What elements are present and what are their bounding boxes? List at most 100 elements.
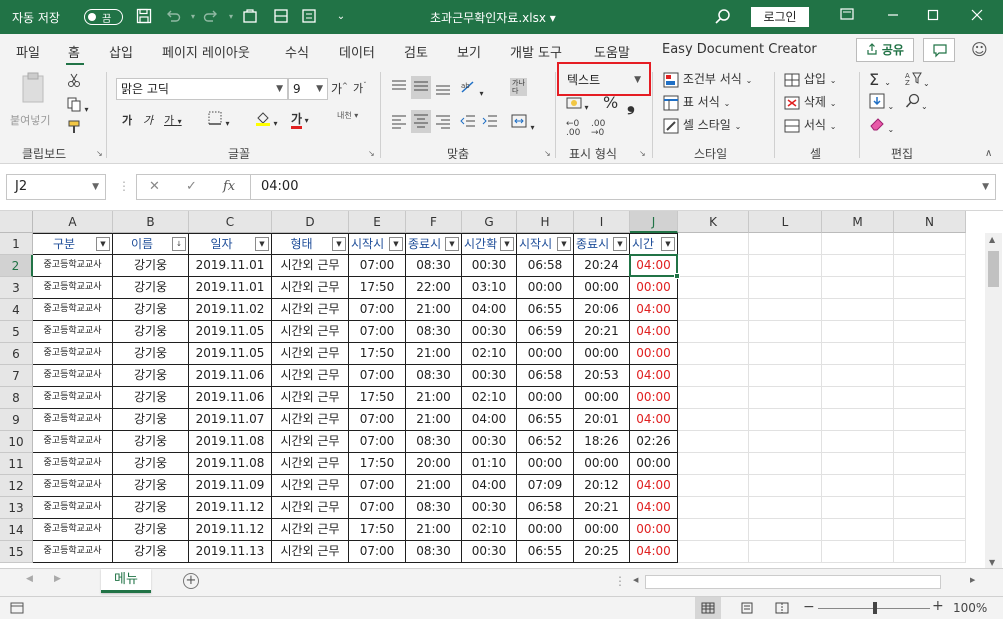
delete-cells-button[interactable]: 삭제 ⌄ xyxy=(784,93,836,111)
empty-cell[interactable] xyxy=(894,255,966,277)
table-cell[interactable]: 2019.11.12 xyxy=(189,519,272,541)
customize-qat-icon[interactable]: ⌄ xyxy=(332,8,350,26)
table-header-cell[interactable]: 종료시 ▼ xyxy=(574,233,630,255)
empty-cell[interactable] xyxy=(822,453,894,475)
insert-cells-button[interactable]: 삽입 ⌄ xyxy=(784,70,836,88)
table-header-cell[interactable]: 구분 ▼ xyxy=(33,233,113,255)
empty-cell[interactable] xyxy=(678,321,749,343)
row-header[interactable]: 9 xyxy=(0,409,33,431)
table-cell[interactable]: 04:00 xyxy=(630,409,678,431)
table-cell[interactable]: 00:00 xyxy=(574,277,630,299)
row-header[interactable]: 12 xyxy=(0,475,33,497)
table-header-cell[interactable]: 시작시 ▼ xyxy=(517,233,574,255)
table-cell[interactable]: 17:50 xyxy=(349,277,406,299)
table-cell[interactable]: 02:10 xyxy=(462,519,517,541)
table-cell[interactable]: 06:58 xyxy=(517,255,574,277)
table-cell[interactable]: 20:25 xyxy=(574,541,630,563)
next-sheet-icon[interactable]: ▶ xyxy=(54,574,61,584)
empty-cell[interactable] xyxy=(749,431,822,453)
empty-cell[interactable] xyxy=(749,519,822,541)
table-cell[interactable]: 00:00 xyxy=(574,519,630,541)
empty-cell[interactable] xyxy=(822,365,894,387)
empty-cell[interactable] xyxy=(749,497,822,519)
tab-data[interactable]: 데이터 xyxy=(339,42,375,61)
zoom-level[interactable]: 100% xyxy=(953,601,987,615)
table-cell[interactable]: 04:00 xyxy=(630,299,678,321)
enter-icon[interactable]: ✓ xyxy=(186,179,197,194)
table-cell[interactable]: 02:10 xyxy=(462,387,517,409)
tab-developer[interactable]: 개발 도구 xyxy=(510,42,562,61)
page-break-view-icon[interactable] xyxy=(775,602,789,617)
table-cell[interactable]: 06:55 xyxy=(517,299,574,321)
table-cell[interactable]: 강기웅 xyxy=(113,365,189,387)
table-cell[interactable]: 22:00 xyxy=(406,277,462,299)
empty-cell[interactable] xyxy=(894,519,966,541)
table-cell[interactable]: 강기웅 xyxy=(113,453,189,475)
zoom-out-icon[interactable]: − xyxy=(803,599,815,615)
row-header[interactable]: 11 xyxy=(0,453,33,475)
empty-cell[interactable] xyxy=(822,409,894,431)
row-header[interactable]: 6 xyxy=(0,343,33,365)
table-cell[interactable]: 21:00 xyxy=(406,475,462,497)
paste-button[interactable]: 붙여넣기 xyxy=(10,72,58,132)
empty-cell[interactable] xyxy=(894,343,966,365)
table-cell[interactable]: 시간외 근무 xyxy=(272,409,349,431)
table-cell[interactable]: 08:30 xyxy=(406,321,462,343)
table-header-cell[interactable]: 시작시 ▼ xyxy=(349,233,406,255)
table-cell[interactable]: 08:30 xyxy=(406,541,462,563)
table-cell[interactable]: 중고등학교교사 xyxy=(33,475,113,497)
table-cell[interactable]: 07:00 xyxy=(349,299,406,321)
font-name-combo[interactable]: 맑은 고딕 ▼ xyxy=(116,78,288,100)
empty-cell[interactable] xyxy=(678,233,749,255)
table-cell[interactable]: 시간외 근무 xyxy=(272,343,349,365)
table-cell[interactable]: 중고등학교교사 xyxy=(33,431,113,453)
empty-cell[interactable] xyxy=(749,541,822,563)
table-cell[interactable]: 강기웅 xyxy=(113,299,189,321)
table-cell[interactable]: 04:00 xyxy=(630,497,678,519)
align-bottom-icon[interactable] xyxy=(434,78,452,99)
table-cell[interactable]: 강기웅 xyxy=(113,387,189,409)
decrease-indent-icon[interactable] xyxy=(459,112,477,133)
table-cell[interactable]: 01:10 xyxy=(462,453,517,475)
column-header[interactable]: A xyxy=(33,211,113,233)
empty-cell[interactable] xyxy=(749,409,822,431)
table-cell[interactable]: 08:30 xyxy=(406,255,462,277)
table-cell[interactable]: 시간외 근무 xyxy=(272,497,349,519)
align-top-icon[interactable] xyxy=(390,78,408,99)
filter-dropdown-icon[interactable]: ▼ xyxy=(389,237,403,251)
empty-cell[interactable] xyxy=(678,453,749,475)
row-header[interactable]: 8 xyxy=(0,387,33,409)
table-cell[interactable]: 17:50 xyxy=(349,453,406,475)
sort-filter-icon[interactable]: A Z ⌄ xyxy=(905,70,930,89)
table-cell[interactable]: 07:00 xyxy=(349,497,406,519)
empty-cell[interactable] xyxy=(678,541,749,563)
table-cell[interactable]: 02:26 xyxy=(630,431,678,453)
table-cell[interactable]: 06:59 xyxy=(517,321,574,343)
prev-sheet-icon[interactable]: ◀ xyxy=(26,574,33,584)
empty-cell[interactable] xyxy=(822,431,894,453)
table-cell[interactable]: 00:00 xyxy=(517,277,574,299)
table-cell[interactable]: 17:50 xyxy=(349,519,406,541)
table-cell[interactable]: 2019.11.12 xyxy=(189,497,272,519)
table-cell[interactable]: 06:58 xyxy=(517,497,574,519)
table-cell[interactable]: 중고등학교교사 xyxy=(33,321,113,343)
cut-icon[interactable] xyxy=(66,72,82,91)
tab-insert[interactable]: 삽입 xyxy=(109,42,133,61)
table-cell[interactable]: 08:30 xyxy=(406,365,462,387)
table-cell[interactable]: 중고등학교교사 xyxy=(33,453,113,475)
table-cell[interactable]: 2019.11.06 xyxy=(189,365,272,387)
table-cell[interactable]: 04:00 xyxy=(462,475,517,497)
search-icon[interactable] xyxy=(714,8,732,29)
empty-cell[interactable] xyxy=(894,277,966,299)
empty-cell[interactable] xyxy=(822,299,894,321)
format-cells-button[interactable]: 서식 ⌄ xyxy=(784,116,836,134)
table-cell[interactable]: 21:00 xyxy=(406,299,462,321)
table-cell[interactable]: 21:00 xyxy=(406,519,462,541)
column-header[interactable]: C xyxy=(189,211,272,233)
table-cell[interactable]: 시간외 근무 xyxy=(272,475,349,497)
table-cell[interactable]: 20:12 xyxy=(574,475,630,497)
increase-font-icon[interactable]: 가^ xyxy=(331,80,348,97)
close-icon[interactable] xyxy=(966,6,988,28)
table-cell[interactable]: 시간외 근무 xyxy=(272,453,349,475)
bold-icon[interactable]: 가 xyxy=(122,112,132,128)
